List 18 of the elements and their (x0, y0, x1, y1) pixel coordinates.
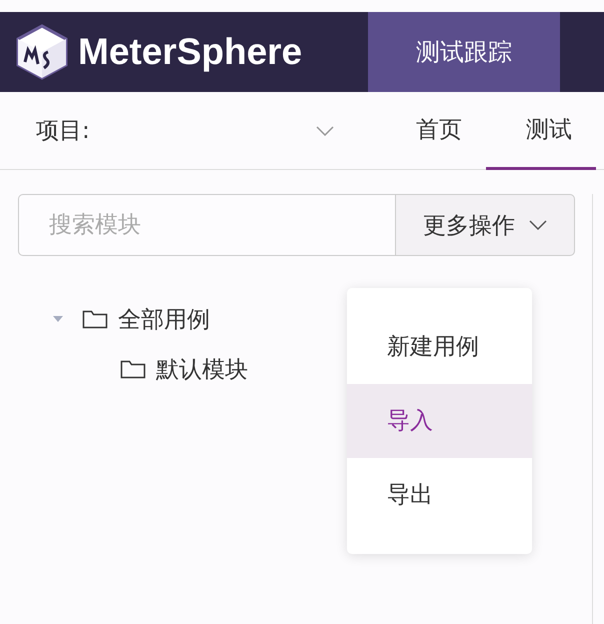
project-select[interactable]: 项目: (0, 115, 370, 146)
nav-tab[interactable]: 首页 (370, 92, 486, 170)
cube-logo-icon (16, 24, 68, 80)
folder-icon (82, 309, 108, 329)
search-field[interactable]: 搜索模块 (18, 194, 395, 256)
tree-item[interactable]: 默认模块 (120, 344, 248, 394)
more-actions-button[interactable]: 更多操作 (395, 194, 575, 256)
menu-item[interactable]: 导出 (347, 458, 532, 532)
chevron-down-icon (529, 220, 547, 230)
caret-down-icon[interactable] (52, 314, 64, 324)
menu-item[interactable]: 导入 (347, 384, 532, 458)
chevron-down-icon (316, 126, 334, 136)
tree-item[interactable]: 全部用例 (52, 294, 210, 344)
nav-tab[interactable]: 测试跟踪 (368, 12, 560, 92)
menu-item[interactable]: 新建用例 (347, 310, 532, 384)
app-logo-text: MeterSphere (78, 31, 302, 73)
folder-icon (120, 359, 146, 379)
nav-tab[interactable]: 测试 (486, 92, 596, 170)
